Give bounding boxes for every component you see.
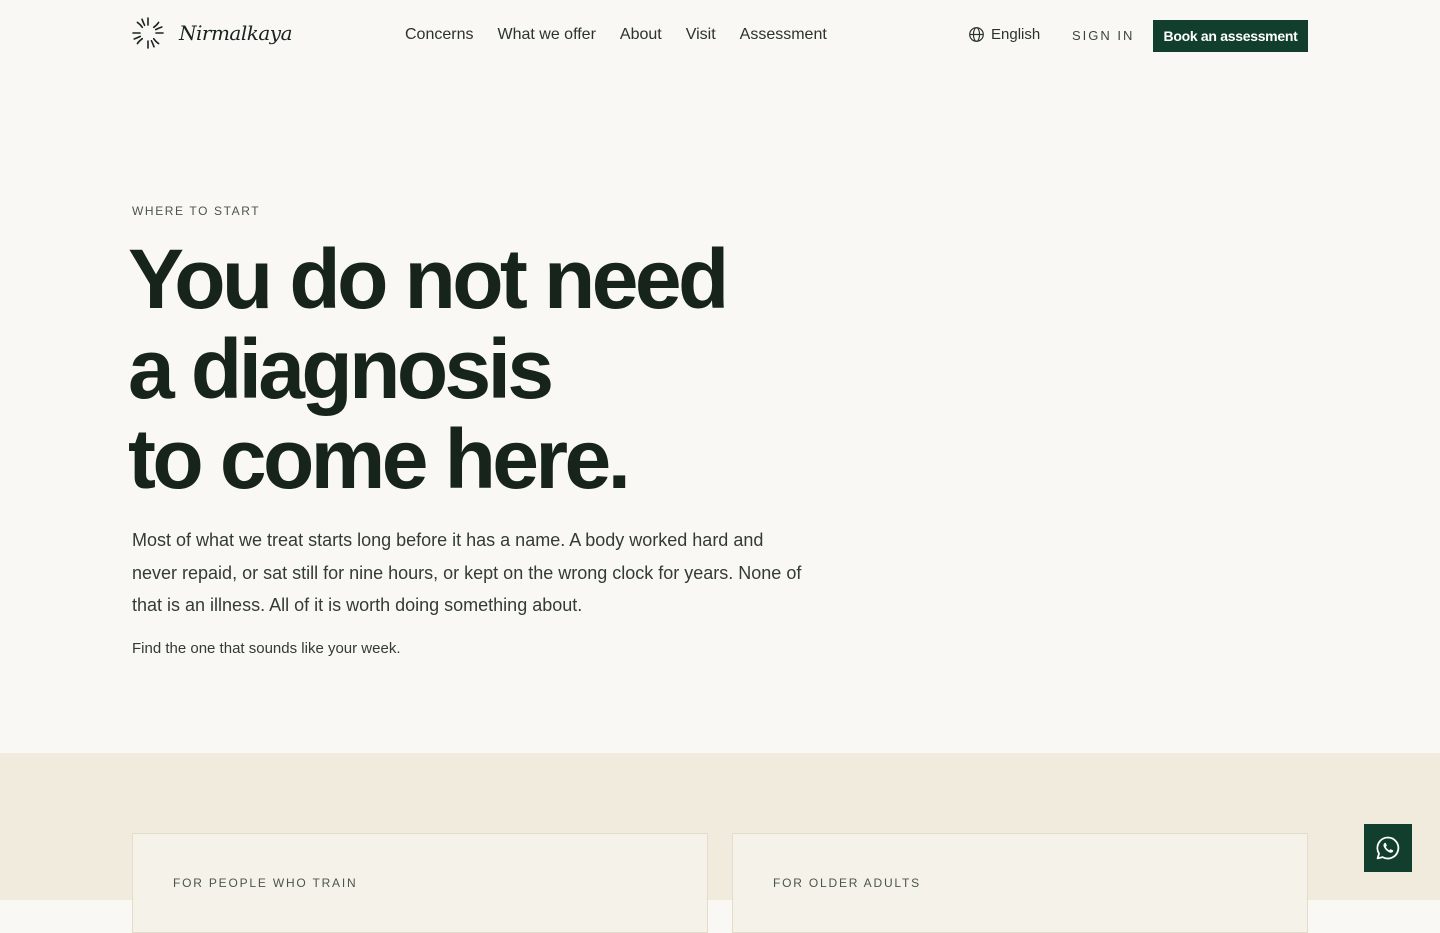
brand-name: Nirmalkaya — [179, 21, 293, 45]
audience-card-train[interactable]: FOR PEOPLE WHO TRAIN — [132, 833, 708, 933]
card-label: FOR PEOPLE WHO TRAIN — [173, 876, 358, 890]
sunburst-logo-icon — [132, 17, 164, 49]
brand-logo[interactable]: Nirmalkaya — [131, 16, 293, 50]
nav-item-about[interactable]: About — [620, 25, 662, 45]
main-nav: Concerns What we offer About Visit Asses… — [405, 25, 827, 45]
hero-headline: You do not need a diagnosis to come here… — [128, 232, 729, 506]
hero-sublead: Find the one that sounds like your week. — [132, 640, 401, 657]
book-assessment-button[interactable]: Book an assessment — [1153, 20, 1308, 52]
site-header: Nirmalkaya Concerns What we offer About … — [0, 0, 1440, 72]
audience-section: FOR PEOPLE WHO TRAIN FOR OLDER ADULTS — [0, 753, 1440, 933]
headline-line-3: to come here. — [128, 412, 631, 506]
nav-item-concerns[interactable]: Concerns — [405, 25, 473, 45]
nav-item-what-we-offer[interactable]: What we offer — [497, 25, 595, 45]
globe-icon — [969, 27, 984, 42]
headline-line-2: a diagnosis — [128, 322, 554, 416]
headline-line-1: You do not need — [128, 232, 729, 326]
nav-item-visit[interactable]: Visit — [686, 25, 716, 45]
whatsapp-icon — [1376, 836, 1400, 860]
hero-eyebrow: WHERE TO START — [132, 204, 261, 218]
language-label: English — [991, 26, 1041, 43]
language-selector[interactable]: English — [968, 26, 1040, 43]
hero-lead-paragraph: Most of what we treat starts long before… — [132, 530, 802, 615]
sign-in-link[interactable]: SIGN IN — [1072, 28, 1134, 43]
whatsapp-chat-button[interactable] — [1364, 824, 1412, 872]
card-label: FOR OLDER ADULTS — [773, 876, 921, 890]
audience-card-older-adults[interactable]: FOR OLDER ADULTS — [732, 833, 1308, 933]
nav-item-assessment[interactable]: Assessment — [740, 25, 827, 45]
